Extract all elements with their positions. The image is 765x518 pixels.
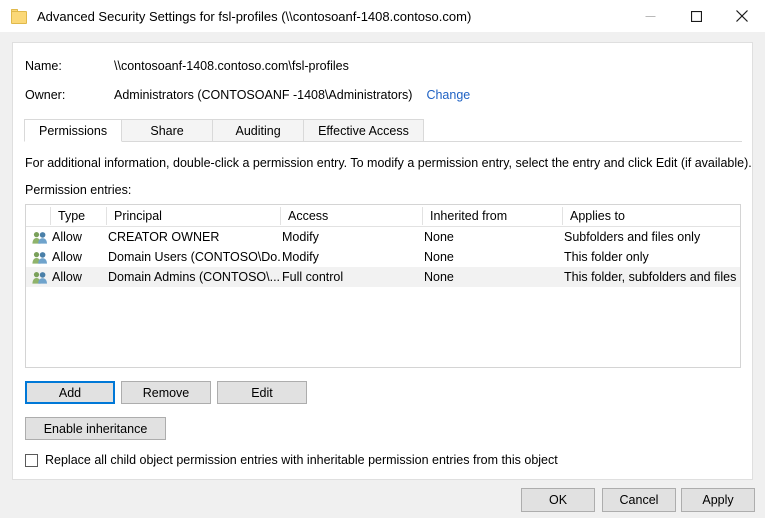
content-panel: Name: \\contosoanf-1408.contoso.com\fsl-…	[12, 42, 753, 480]
change-owner-link[interactable]: Change	[426, 88, 470, 102]
cell-inherited-from: None	[424, 247, 562, 267]
owner-value: Administrators (CONTOSOANF -1408\Adminis…	[114, 88, 412, 102]
cell-access: Full control	[282, 267, 420, 287]
users-group-icon	[32, 251, 48, 264]
enable-inheritance-button[interactable]: Enable inheritance	[25, 417, 166, 440]
edit-button[interactable]: Edit	[217, 381, 307, 404]
users-group-icon	[32, 271, 48, 284]
permission-entries-list[interactable]: Type Principal Access Inherited from App…	[25, 204, 741, 368]
column-header-inherited-from[interactable]: Inherited from	[424, 205, 562, 227]
title-bar: Advanced Security Settings for fsl-profi…	[0, 0, 765, 32]
column-header-type[interactable]: Type	[52, 205, 85, 227]
info-text: For additional information, double-click…	[25, 156, 752, 170]
owner-label: Owner:	[25, 88, 114, 102]
name-row: Name: \\contosoanf-1408.contoso.com\fsl-…	[25, 59, 349, 73]
window-title: Advanced Security Settings for fsl-profi…	[37, 9, 471, 24]
folder-icon	[11, 9, 28, 24]
tab-auditing[interactable]: Auditing	[212, 119, 304, 142]
remove-button[interactable]: Remove	[121, 381, 211, 404]
table-header: Type Principal Access Inherited from App…	[26, 205, 740, 227]
replace-child-permissions-label: Replace all child object permission entr…	[45, 453, 558, 467]
tab-share[interactable]: Share	[121, 119, 213, 142]
ok-button[interactable]: OK	[521, 488, 595, 512]
maximize-icon[interactable]	[673, 0, 719, 32]
replace-child-permissions-row[interactable]: Replace all child object permission entr…	[25, 453, 558, 467]
dialog-footer: OK Cancel Apply	[0, 488, 765, 518]
add-button[interactable]: Add	[25, 381, 115, 404]
tab-permissions-label: Permissions	[39, 124, 107, 138]
cancel-button[interactable]: Cancel	[602, 488, 676, 512]
cell-type: Allow	[52, 267, 82, 287]
cell-type: Allow	[52, 227, 82, 247]
close-icon[interactable]	[719, 0, 765, 32]
table-row[interactable]: Allow Domain Users (CONTOSO\Do... Modify…	[26, 247, 740, 267]
minimize-icon[interactable]	[627, 0, 673, 32]
tab-strip: Permissions Share Auditing Effective Acc…	[24, 119, 742, 142]
cell-principal: Domain Admins (CONTOSO\...	[108, 267, 280, 287]
table-body: Allow CREATOR OWNER Modify None Subfolde…	[26, 227, 740, 287]
table-row[interactable]: Allow CREATOR OWNER Modify None Subfolde…	[26, 227, 740, 247]
column-header-access[interactable]: Access	[282, 205, 420, 227]
replace-child-permissions-checkbox[interactable]	[25, 454, 38, 467]
tab-effective-access[interactable]: Effective Access	[303, 119, 424, 142]
cell-applies-to: This folder only	[564, 247, 740, 267]
column-header-principal[interactable]: Principal	[108, 205, 280, 227]
users-group-icon	[32, 231, 48, 244]
cell-principal: Domain Users (CONTOSO\Do...	[108, 247, 280, 267]
cell-type: Allow	[52, 247, 82, 267]
window-controls	[627, 0, 765, 32]
cell-applies-to: This folder, subfolders and files	[564, 267, 740, 287]
owner-row: Owner: Administrators (CONTOSOANF -1408\…	[25, 88, 470, 102]
tab-auditing-label: Auditing	[235, 124, 280, 138]
name-label: Name:	[25, 59, 114, 73]
tab-share-label: Share	[150, 124, 183, 138]
cell-applies-to: Subfolders and files only	[564, 227, 740, 247]
cell-access: Modify	[282, 247, 420, 267]
cell-principal: CREATOR OWNER	[108, 227, 280, 247]
advanced-security-settings-dialog: Advanced Security Settings for fsl-profi…	[0, 0, 765, 518]
tab-permissions[interactable]: Permissions	[24, 119, 122, 142]
name-value: \\contosoanf-1408.contoso.com\fsl-profil…	[114, 59, 349, 73]
cell-inherited-from: None	[424, 267, 562, 287]
column-header-applies-to[interactable]: Applies to	[564, 205, 740, 227]
cell-inherited-from: None	[424, 227, 562, 247]
cell-access: Modify	[282, 227, 420, 247]
permission-entries-label: Permission entries:	[25, 183, 131, 197]
apply-button[interactable]: Apply	[681, 488, 755, 512]
tab-effective-access-label: Effective Access	[318, 124, 409, 138]
table-row[interactable]: Allow Domain Admins (CONTOSO\... Full co…	[26, 267, 740, 287]
